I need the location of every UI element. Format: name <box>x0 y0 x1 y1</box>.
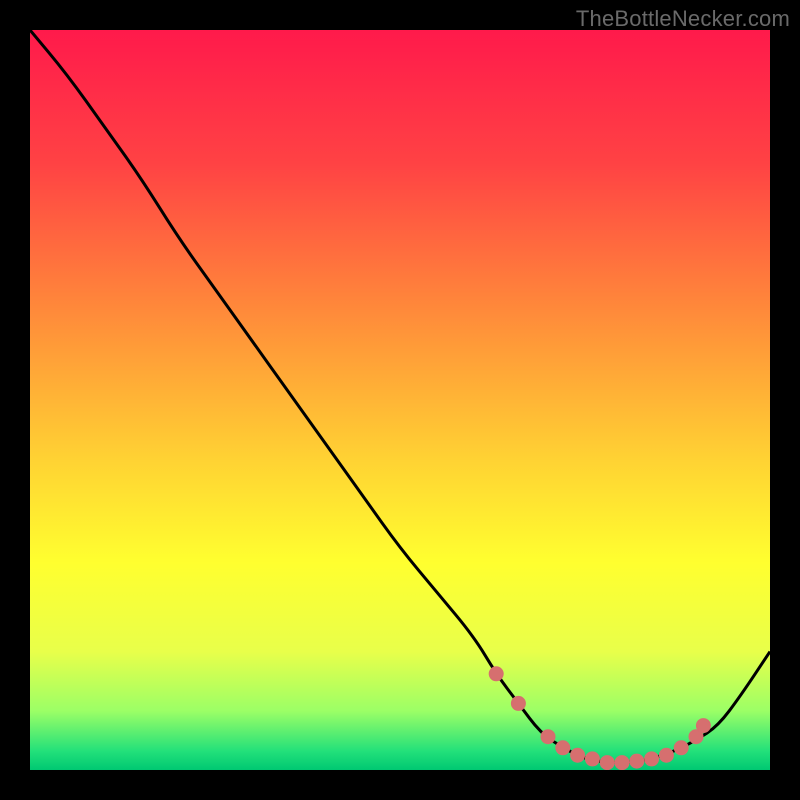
marker-dot <box>630 754 644 768</box>
marker-dot <box>571 748 585 762</box>
bottleneck-chart <box>0 0 800 800</box>
marker-dot <box>615 756 629 770</box>
marker-dot <box>659 748 673 762</box>
marker-dot <box>585 752 599 766</box>
marker-dot <box>489 667 503 681</box>
marker-dot <box>674 741 688 755</box>
marker-dot <box>600 756 614 770</box>
gradient-background <box>30 30 770 770</box>
chart-frame: TheBottleNecker.com <box>0 0 800 800</box>
marker-dot <box>696 719 710 733</box>
marker-dot <box>511 696 525 710</box>
marker-dot <box>541 730 555 744</box>
marker-dot <box>645 752 659 766</box>
marker-dot <box>556 741 570 755</box>
